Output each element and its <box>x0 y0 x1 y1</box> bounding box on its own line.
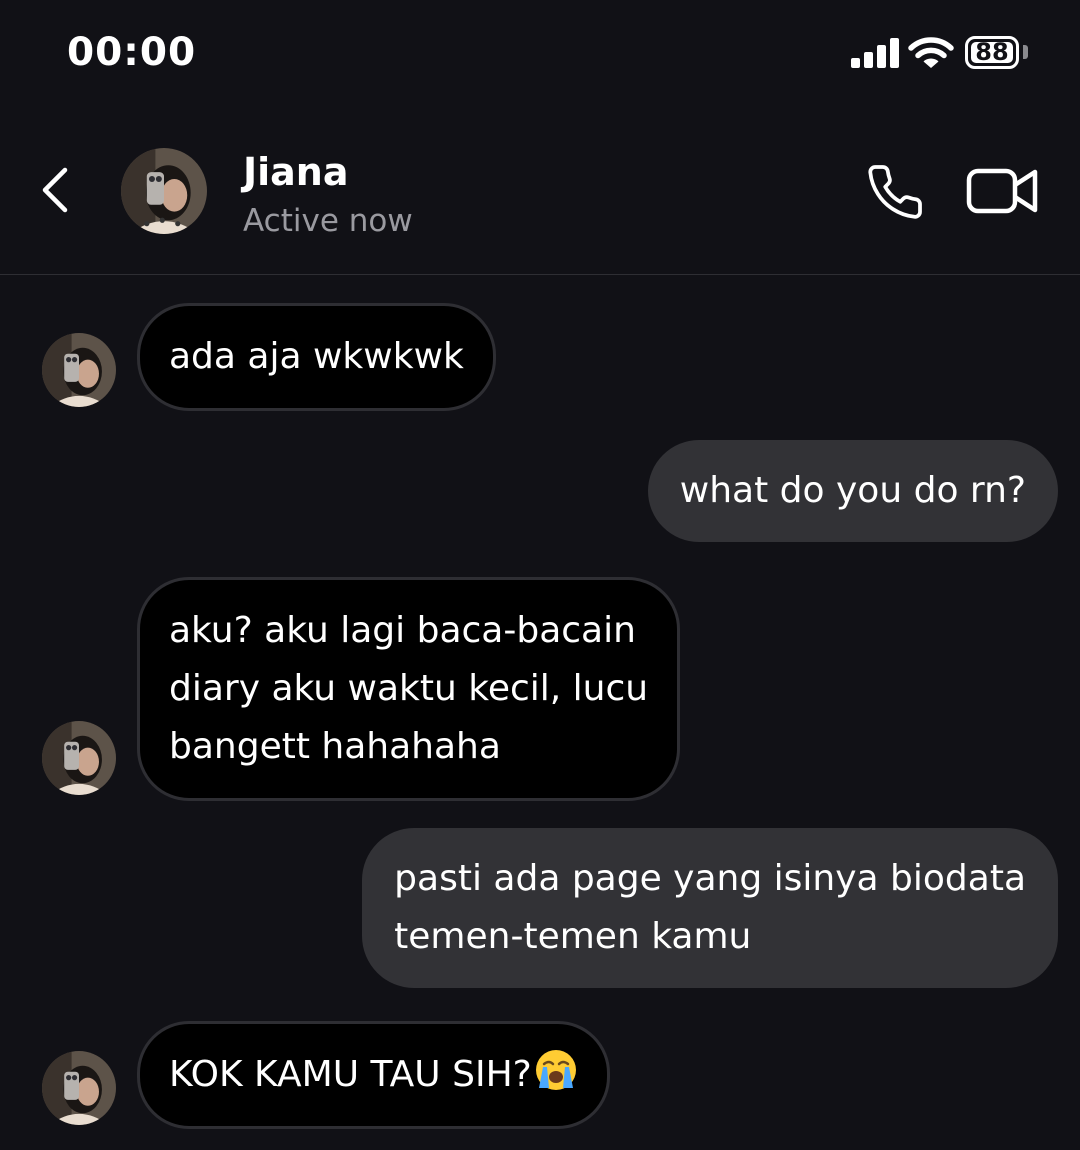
video-camera-icon[interactable] <box>965 165 1041 217</box>
message-incoming[interactable]: ada aja wkwkwk <box>137 303 496 411</box>
chevron-left-icon[interactable] <box>30 160 80 220</box>
cellular-signal-icon <box>851 38 899 68</box>
battery-level: 88 <box>971 40 1013 64</box>
message-outgoing[interactable]: what do you do rn? <box>647 440 1058 542</box>
battery-icon: 88 <box>965 36 1019 69</box>
message-incoming[interactable]: KOK KAMU TAU SIH? <box>137 1021 610 1129</box>
chat-header: Jiana Active now <box>0 110 1080 275</box>
phone-icon[interactable] <box>863 162 927 222</box>
wifi-icon <box>908 37 954 68</box>
contact-status: Active now <box>243 203 413 239</box>
status-time: 00:00 <box>67 30 197 75</box>
contact-avatar-small <box>42 333 116 407</box>
contact-avatar-small <box>42 1051 116 1125</box>
contact-avatar[interactable] <box>121 148 207 234</box>
contact-avatar-small <box>42 721 116 795</box>
message-outgoing[interactable]: pasti ada page yang isinya biodata temen… <box>362 828 1058 988</box>
message-text: KOK KAMU TAU SIH? <box>169 1054 532 1095</box>
loudly-crying-face-icon <box>535 1050 576 1090</box>
contact-name[interactable]: Jiana <box>243 150 349 194</box>
message-incoming[interactable]: aku? aku lagi baca-bacain diary aku wakt… <box>137 577 681 801</box>
battery-tip <box>1023 45 1028 59</box>
status-bar: 00:00 88 <box>0 0 1080 110</box>
